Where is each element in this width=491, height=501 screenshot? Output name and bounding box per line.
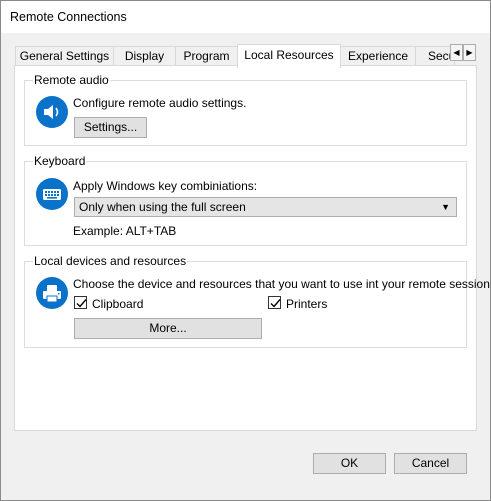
- tab-scroll-right-button[interactable]: ▶: [463, 44, 476, 61]
- tab-scroll-left-button[interactable]: ◀: [450, 44, 463, 61]
- cancel-button[interactable]: Cancel: [394, 453, 467, 474]
- keyboard-icon: [36, 178, 68, 210]
- tab-experience[interactable]: Experience: [340, 46, 416, 67]
- tab-local-resources[interactable]: Local Resources: [237, 44, 341, 68]
- tab-security[interactable]: Secu: [415, 46, 455, 67]
- tab-program[interactable]: Program: [175, 46, 238, 67]
- printers-label[interactable]: Printers: [286, 297, 327, 311]
- windows-key-select[interactable]: Only when using the full screen ▼: [74, 197, 457, 217]
- printer-icon: [36, 277, 68, 309]
- tab-display[interactable]: Display: [113, 46, 176, 67]
- window-title: Remote Connections: [10, 10, 127, 24]
- keyboard-example: Example: ALT+TAB: [73, 224, 177, 238]
- ok-button[interactable]: OK: [313, 453, 386, 474]
- tab-general-settings[interactable]: General Settings: [15, 46, 114, 67]
- local-devices-description: Choose the device and resources that you…: [73, 277, 491, 291]
- local-devices-group: Local devices and resources Choose the d…: [24, 254, 491, 348]
- keyboard-group-label: Keyboard: [33, 154, 87, 168]
- tab-scroll-buttons: ◀ ▶: [450, 44, 476, 61]
- windows-key-selected-value: Only when using the full screen: [79, 200, 246, 214]
- clipboard-checkbox[interactable]: [74, 296, 87, 309]
- remote-audio-group: Remote audio Configure remote audio sett…: [24, 73, 467, 146]
- local-resources-panel: Remote audio Configure remote audio sett…: [14, 65, 491, 431]
- keyboard-group: Keyboard Apply Windows key combiniations…: [24, 154, 467, 246]
- title-bar[interactable]: Remote Connections: [1, 1, 490, 33]
- clipboard-label[interactable]: Clipboard: [92, 297, 143, 311]
- local-devices-group-label: Local devices and resources: [33, 254, 188, 268]
- remote-connections-window: Remote Connections General Settings Disp…: [0, 0, 491, 501]
- more-button[interactable]: More...: [74, 318, 262, 339]
- printers-checkbox[interactable]: [268, 296, 281, 309]
- keyboard-description: Apply Windows key combiniations:: [73, 179, 258, 193]
- chevron-down-icon: ▼: [441, 202, 450, 212]
- remote-audio-group-label: Remote audio: [33, 73, 110, 87]
- speaker-icon: [36, 96, 68, 128]
- tab-strip: General Settings Display Program Local R…: [15, 44, 477, 68]
- remote-audio-description: Configure remote audio settings.: [73, 96, 247, 110]
- audio-settings-button[interactable]: Settings...: [74, 117, 147, 138]
